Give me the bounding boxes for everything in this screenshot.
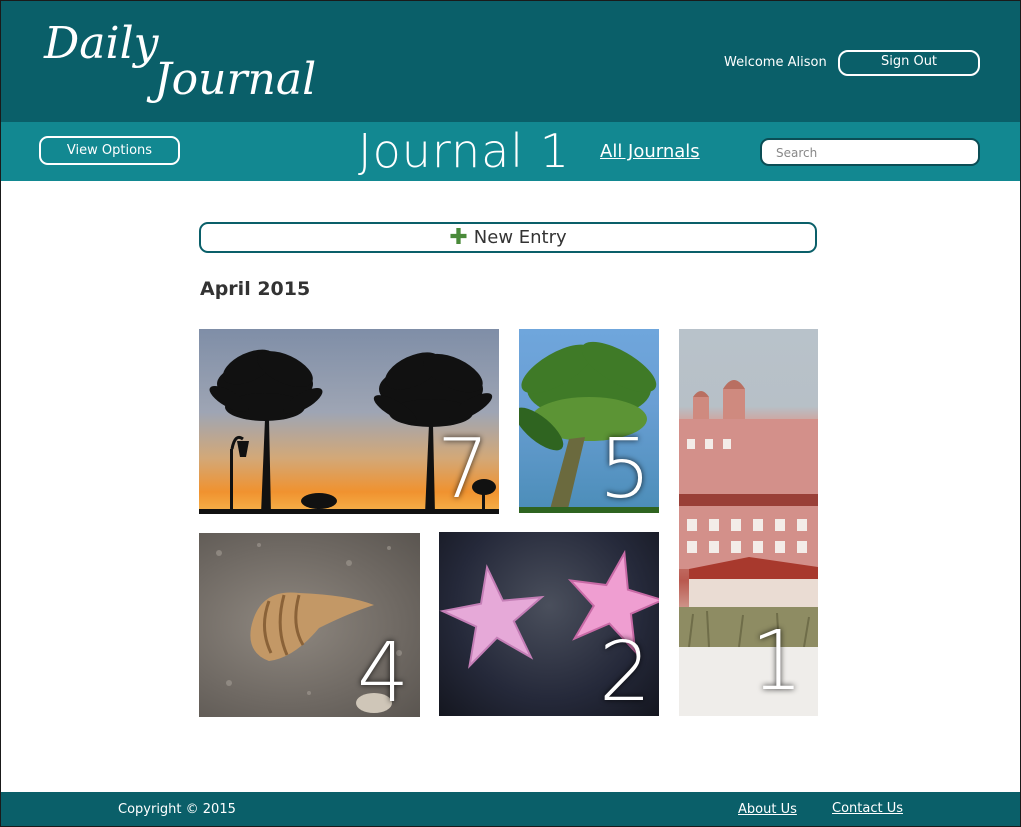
journal-title: Journal 1: [358, 124, 570, 178]
view-options-button[interactable]: View Options: [39, 136, 180, 165]
logo-line1: Daily: [44, 18, 159, 69]
entry-tile-4[interactable]: 4: [199, 533, 420, 717]
entry-tile-5[interactable]: 5: [519, 329, 659, 513]
copyright-text: Copyright © 2015: [118, 802, 236, 817]
search-box[interactable]: [760, 138, 980, 166]
entry-tile-7[interactable]: 7: [199, 329, 499, 514]
new-entry-button[interactable]: ✚ New Entry: [199, 222, 817, 253]
entry-tile-2[interactable]: 2: [439, 532, 659, 716]
entry-day-number: 1: [751, 614, 804, 709]
entry-tile-1[interactable]: 1: [679, 329, 818, 716]
new-entry-label: New Entry: [473, 227, 567, 248]
welcome-text: Welcome Alison: [724, 55, 827, 70]
entry-day-number: 2: [599, 625, 652, 716]
entry-day-number: 5: [599, 422, 652, 513]
logo-line2: Journal: [154, 54, 317, 105]
search-input[interactable]: [774, 141, 978, 165]
plus-icon: ✚: [449, 225, 468, 250]
about-us-link[interactable]: About Us: [738, 802, 797, 817]
all-journals-link[interactable]: All Journals: [600, 141, 700, 162]
sign-out-button[interactable]: Sign Out: [838, 50, 980, 76]
entry-day-number: 4: [357, 626, 410, 717]
contact-us-link[interactable]: Contact Us: [832, 801, 903, 816]
month-heading: April 2015: [200, 278, 311, 300]
entry-day-number: 7: [437, 422, 490, 514]
